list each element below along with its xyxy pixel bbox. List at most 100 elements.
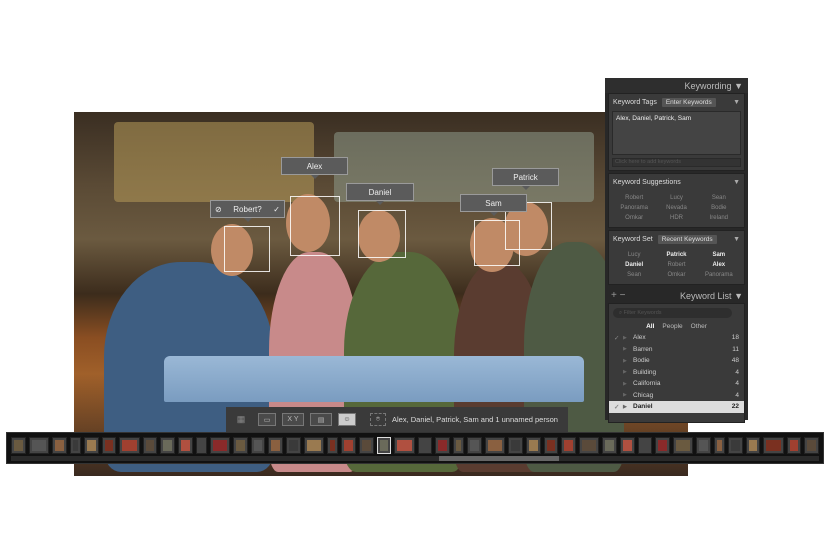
face-region[interactable]	[358, 210, 406, 258]
keyword-suggestion[interactable]: Robert	[613, 193, 655, 203]
filmstrip-thumbnail[interactable]	[209, 437, 231, 454]
filmstrip-thumbnail[interactable]	[543, 437, 559, 454]
add-remove-keyword-buttons[interactable]: + −	[611, 290, 625, 301]
keyword-set-item[interactable]: Omkar	[655, 270, 697, 280]
filmstrip-thumbnail[interactable]	[786, 437, 802, 454]
filmstrip-thumbnail[interactable]	[28, 437, 50, 454]
keyword-suggestion[interactable]: Ireland	[698, 213, 740, 223]
filmstrip-thumbnail[interactable]	[233, 437, 248, 454]
keyword-set-item[interactable]: Patrick	[655, 250, 697, 260]
keyword-list-row[interactable]: ▶ Chicag 4	[609, 390, 744, 402]
filmstrip-thumbnail[interactable]	[160, 437, 175, 454]
face-region[interactable]	[224, 226, 270, 272]
collapse-triangle-icon[interactable]: ▼	[734, 81, 743, 91]
keyword-set-item[interactable]: Alex	[698, 260, 740, 270]
collapse-triangle-icon[interactable]: ▼	[733, 99, 740, 106]
keyword-suggestion[interactable]: Sean	[698, 193, 740, 203]
keyword-suggestion[interactable]: Panorama	[613, 203, 655, 213]
disclosure-triangle-icon[interactable]: ▶	[623, 404, 633, 410]
disclosure-triangle-icon[interactable]: ▶	[623, 358, 633, 364]
filmstrip-thumbnail[interactable]	[195, 437, 207, 454]
keyword-set-item[interactable]: Panorama	[698, 270, 740, 280]
filmstrip-thumbnail[interactable]	[637, 437, 653, 454]
filter-all[interactable]: All	[646, 323, 654, 330]
filmstrip-thumbnail[interactable]	[52, 437, 67, 454]
filmstrip-thumbnail[interactable]	[286, 437, 301, 454]
keyword-tags-textarea[interactable]: Alex, Daniel, Patrick, Sam	[612, 111, 741, 155]
keyword-set-dropdown[interactable]: Recent Keywords	[657, 235, 717, 244]
filmstrip-thumbnail[interactable]	[619, 437, 635, 454]
survey-view-button[interactable]: ▤	[310, 413, 332, 426]
filmstrip-thumbnail[interactable]	[728, 437, 743, 454]
filmstrip-thumbnail[interactable]	[142, 437, 158, 454]
checkmark-icon[interactable]: ✓	[614, 403, 623, 411]
filmstrip-thumbnail[interactable]	[341, 437, 357, 454]
keyword-list-row[interactable]: ✓ ▶ Alex 18	[609, 332, 744, 344]
filmstrip-scrollbar[interactable]	[11, 456, 819, 461]
filmstrip-thumbnail[interactable]	[655, 437, 670, 454]
collapse-triangle-icon[interactable]: ▼	[733, 179, 740, 186]
keyword-list-row[interactable]: ▶ Barren 11	[609, 344, 744, 356]
keyword-suggestion[interactable]: Bodie	[698, 203, 740, 213]
filter-people[interactable]: People	[662, 323, 682, 330]
filmstrip-thumbnail[interactable]	[69, 437, 81, 454]
filmstrip-thumbnail[interactable]	[11, 437, 26, 454]
keyword-list-row[interactable]: ✓ ▶ Daniel 22	[609, 401, 744, 413]
filmstrip-thumbnail[interactable]	[713, 437, 726, 454]
filmstrip-thumbnail[interactable]	[467, 437, 482, 454]
filmstrip-thumbnail[interactable]	[303, 437, 325, 454]
people-view-button[interactable]: ☺	[338, 413, 356, 426]
face-tag-sam[interactable]: Sam	[460, 194, 527, 216]
filmstrip-thumbnail[interactable]	[672, 437, 694, 454]
scrollbar-thumb[interactable]	[439, 456, 559, 461]
keyword-suggestion[interactable]: Omkar	[613, 213, 655, 223]
collapse-triangle-icon[interactable]: ▼	[733, 236, 740, 243]
filmstrip-thumbnail[interactable]	[763, 437, 784, 454]
filmstrip-thumbnail[interactable]	[250, 437, 266, 454]
disclosure-triangle-icon[interactable]: ▶	[623, 392, 633, 398]
reject-icon[interactable]: ⊘	[215, 205, 222, 214]
face-tag-daniel[interactable]: Daniel	[346, 183, 414, 205]
filmstrip-thumbnail[interactable]	[394, 437, 415, 454]
keyword-set-item[interactable]: Sam	[698, 250, 740, 260]
confirm-check-icon[interactable]: ✓	[273, 205, 280, 214]
face-tag-patrick[interactable]: Patrick	[492, 168, 559, 190]
keyword-list-row[interactable]: ▶ Bodie 48	[609, 355, 744, 367]
collapse-triangle-icon[interactable]: ▼	[734, 291, 743, 301]
keyword-mode-dropdown[interactable]: Enter Keywords	[661, 98, 716, 107]
keyword-suggestion[interactable]: Lucy	[655, 193, 697, 203]
keyword-suggestion[interactable]: Nevada	[655, 203, 697, 213]
draw-face-region-icon[interactable]: ⌾	[370, 413, 386, 426]
filmstrip-thumbnail[interactable]	[484, 437, 506, 454]
filmstrip-thumbnail[interactable]	[268, 437, 284, 454]
keyword-set-item[interactable]: Robert	[655, 260, 697, 270]
keyword-set-item[interactable]: Sean	[613, 270, 655, 280]
add-keywords-input[interactable]: Click here to add keywords	[612, 158, 741, 167]
filmstrip-thumbnail[interactable]	[561, 437, 576, 454]
disclosure-triangle-icon[interactable]: ▶	[623, 346, 633, 352]
filter-keywords-input[interactable]: ⌕ Filter Keywords	[613, 308, 732, 318]
filter-other[interactable]: Other	[691, 323, 707, 330]
filmstrip-thumbnail[interactable]	[745, 437, 761, 454]
filmstrip-thumbnail[interactable]	[804, 437, 820, 454]
keyword-set-item[interactable]: Daniel	[613, 260, 655, 270]
filmstrip-thumbnail[interactable]	[359, 437, 374, 454]
keyword-set-item[interactable]: Lucy	[613, 250, 655, 260]
filmstrip-thumbnail[interactable]	[453, 437, 465, 454]
checkmark-icon[interactable]: ✓	[614, 334, 623, 342]
disclosure-triangle-icon[interactable]: ▶	[623, 369, 633, 375]
panel-header[interactable]: Keywording ▼	[605, 78, 748, 93]
compare-view-button[interactable]: X Y	[282, 413, 304, 426]
grid-view-icon[interactable]: ▦	[230, 413, 252, 426]
filmstrip-thumbnail[interactable]	[83, 437, 99, 454]
loupe-view-button[interactable]: ▭	[258, 413, 276, 426]
filmstrip-thumbnail[interactable]	[119, 437, 140, 454]
filmstrip-thumbnail[interactable]	[376, 437, 392, 454]
face-tag-alex[interactable]: Alex	[281, 157, 348, 179]
filmstrip-thumbnail[interactable]	[578, 437, 600, 454]
disclosure-triangle-icon[interactable]: ▶	[623, 381, 633, 387]
filmstrip-thumbnail[interactable]	[696, 437, 711, 454]
filmstrip-thumbnail[interactable]	[508, 437, 523, 454]
filmstrip-thumbnail[interactable]	[177, 437, 193, 454]
filmstrip-thumbnail[interactable]	[435, 437, 450, 454]
